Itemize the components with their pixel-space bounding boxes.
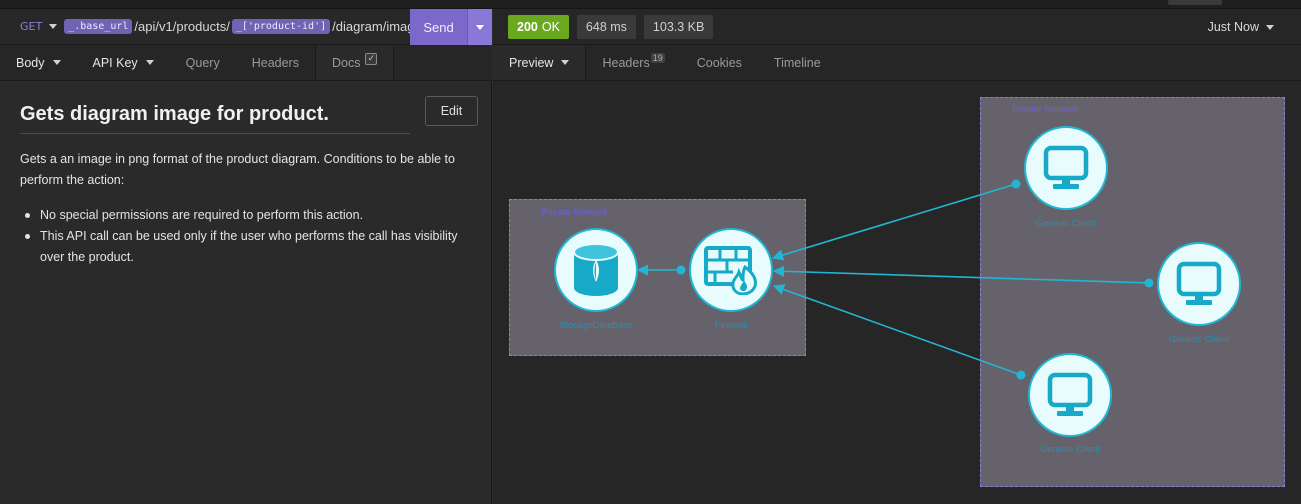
node-label: Generic Client bbox=[1035, 218, 1097, 229]
tab-body[interactable]: Body bbox=[0, 45, 77, 80]
url-variable-product-id[interactable]: _['product-id'] bbox=[231, 19, 331, 34]
edge-endpoint bbox=[1011, 179, 1021, 189]
tab-response-headers[interactable]: Headers 19 bbox=[586, 45, 680, 80]
request-tabs: Body API Key Query Headers Docs ✓ bbox=[0, 45, 492, 81]
node-label: Firewall bbox=[714, 320, 748, 331]
status-code: 200 bbox=[517, 19, 538, 34]
node-label: StorageDatabase bbox=[559, 320, 633, 331]
monitor-icon bbox=[1176, 261, 1222, 305]
node-client-bottom[interactable] bbox=[1028, 353, 1112, 437]
database-icon bbox=[573, 243, 619, 296]
top-scrollbar-thumb[interactable] bbox=[1168, 0, 1222, 5]
status-badge: 200 OK bbox=[508, 14, 569, 39]
edge-endpoint bbox=[1144, 278, 1154, 288]
tab-label: Headers bbox=[251, 55, 299, 70]
edge-client-bottom-firewall bbox=[772, 284, 1022, 376]
response-time-badge: 648 ms bbox=[576, 14, 636, 39]
response-pane: 200 OK 648 ms 103.3 KB Just Now Preview … bbox=[493, 9, 1301, 504]
headers-count-badge: 19 bbox=[650, 52, 665, 63]
chevron-down-icon bbox=[476, 24, 484, 30]
request-pane: GET _.base_url /api/v1/products/ _['prod… bbox=[0, 9, 492, 504]
monitor-icon bbox=[1043, 145, 1089, 189]
tab-label: Body bbox=[16, 55, 45, 70]
node-storage-database[interactable] bbox=[554, 228, 638, 312]
doc-description: Gets a an image in png format of the pro… bbox=[20, 152, 455, 187]
list-item: This API call can be used only if the us… bbox=[20, 226, 470, 268]
response-history-dropdown[interactable]: Just Now bbox=[1208, 9, 1274, 45]
method-selector[interactable]: GET bbox=[20, 20, 58, 33]
tab-label: Preview bbox=[509, 55, 554, 70]
tab-label: API Key bbox=[92, 55, 138, 70]
url-path-segment: /diagram/imag bbox=[332, 19, 415, 34]
edit-button[interactable]: Edit bbox=[425, 96, 478, 126]
response-status-bar: 200 OK 648 ms 103.3 KB Just Now bbox=[493, 9, 1301, 45]
diagram-preview[interactable]: Private Network Private Network StorageD… bbox=[493, 81, 1301, 504]
response-size-badge: 103.3 KB bbox=[643, 14, 714, 39]
page-title: Gets diagram image for product. bbox=[20, 103, 410, 134]
tab-cookies[interactable]: Cookies bbox=[681, 45, 758, 80]
tab-preview[interactable]: Preview bbox=[493, 45, 587, 80]
tab-label: Docs bbox=[331, 55, 361, 70]
chevron-down-icon bbox=[52, 60, 61, 65]
node-client-top[interactable] bbox=[1024, 126, 1108, 210]
url-input[interactable]: _.base_url /api/v1/products/ _['product-… bbox=[64, 19, 416, 34]
tab-label: Headers bbox=[602, 55, 650, 70]
tab-label: Timeline bbox=[773, 55, 821, 70]
status-text: OK bbox=[541, 19, 560, 34]
edge-client-top-firewall bbox=[771, 183, 1017, 261]
list-item: No special permissions are required to p… bbox=[20, 205, 470, 226]
tab-label: Cookies bbox=[696, 55, 742, 70]
tab-label: Query bbox=[185, 55, 220, 70]
send-button[interactable]: Send bbox=[410, 9, 467, 45]
tab-headers[interactable]: Headers bbox=[236, 45, 315, 80]
tab-timeline[interactable]: Timeline bbox=[758, 45, 837, 80]
tab-api-key[interactable]: API Key bbox=[77, 45, 170, 80]
edge-endpoint bbox=[676, 265, 686, 275]
node-firewall[interactable] bbox=[689, 228, 773, 312]
node-label: Generic Client bbox=[1039, 444, 1101, 455]
docs-panel: Gets diagram image for product. Edit Get… bbox=[0, 81, 492, 504]
edge-client-mid-firewall bbox=[772, 265, 1150, 284]
url-variable-base-url[interactable]: _.base_url bbox=[64, 19, 133, 34]
tab-docs[interactable]: Docs ✓ bbox=[314, 45, 395, 80]
node-client-mid[interactable] bbox=[1157, 242, 1241, 326]
doc-bullet-list: No special permissions are required to p… bbox=[20, 205, 470, 268]
chevron-down-icon bbox=[145, 60, 154, 65]
send-options-button[interactable] bbox=[467, 9, 492, 45]
firewall-icon bbox=[704, 246, 757, 295]
url-path-segment: /api/v1/products/ bbox=[134, 19, 230, 34]
chevron-down-icon bbox=[49, 24, 58, 29]
monitor-icon bbox=[1047, 372, 1093, 416]
checkmark-icon: ✓ bbox=[365, 52, 378, 65]
node-label: Generic Client bbox=[1168, 334, 1230, 345]
tab-query[interactable]: Query bbox=[170, 45, 236, 80]
url-bar: GET _.base_url /api/v1/products/ _['prod… bbox=[0, 9, 492, 45]
history-label: Just Now bbox=[1207, 20, 1259, 34]
window-top-strip bbox=[0, 0, 1301, 9]
response-tabs: Preview Headers 19 Cookies Timeline bbox=[493, 45, 1301, 81]
chevron-down-icon bbox=[561, 60, 570, 65]
method-label: GET bbox=[20, 20, 43, 33]
edge-endpoint bbox=[1016, 370, 1026, 380]
chevron-down-icon bbox=[1266, 24, 1274, 30]
